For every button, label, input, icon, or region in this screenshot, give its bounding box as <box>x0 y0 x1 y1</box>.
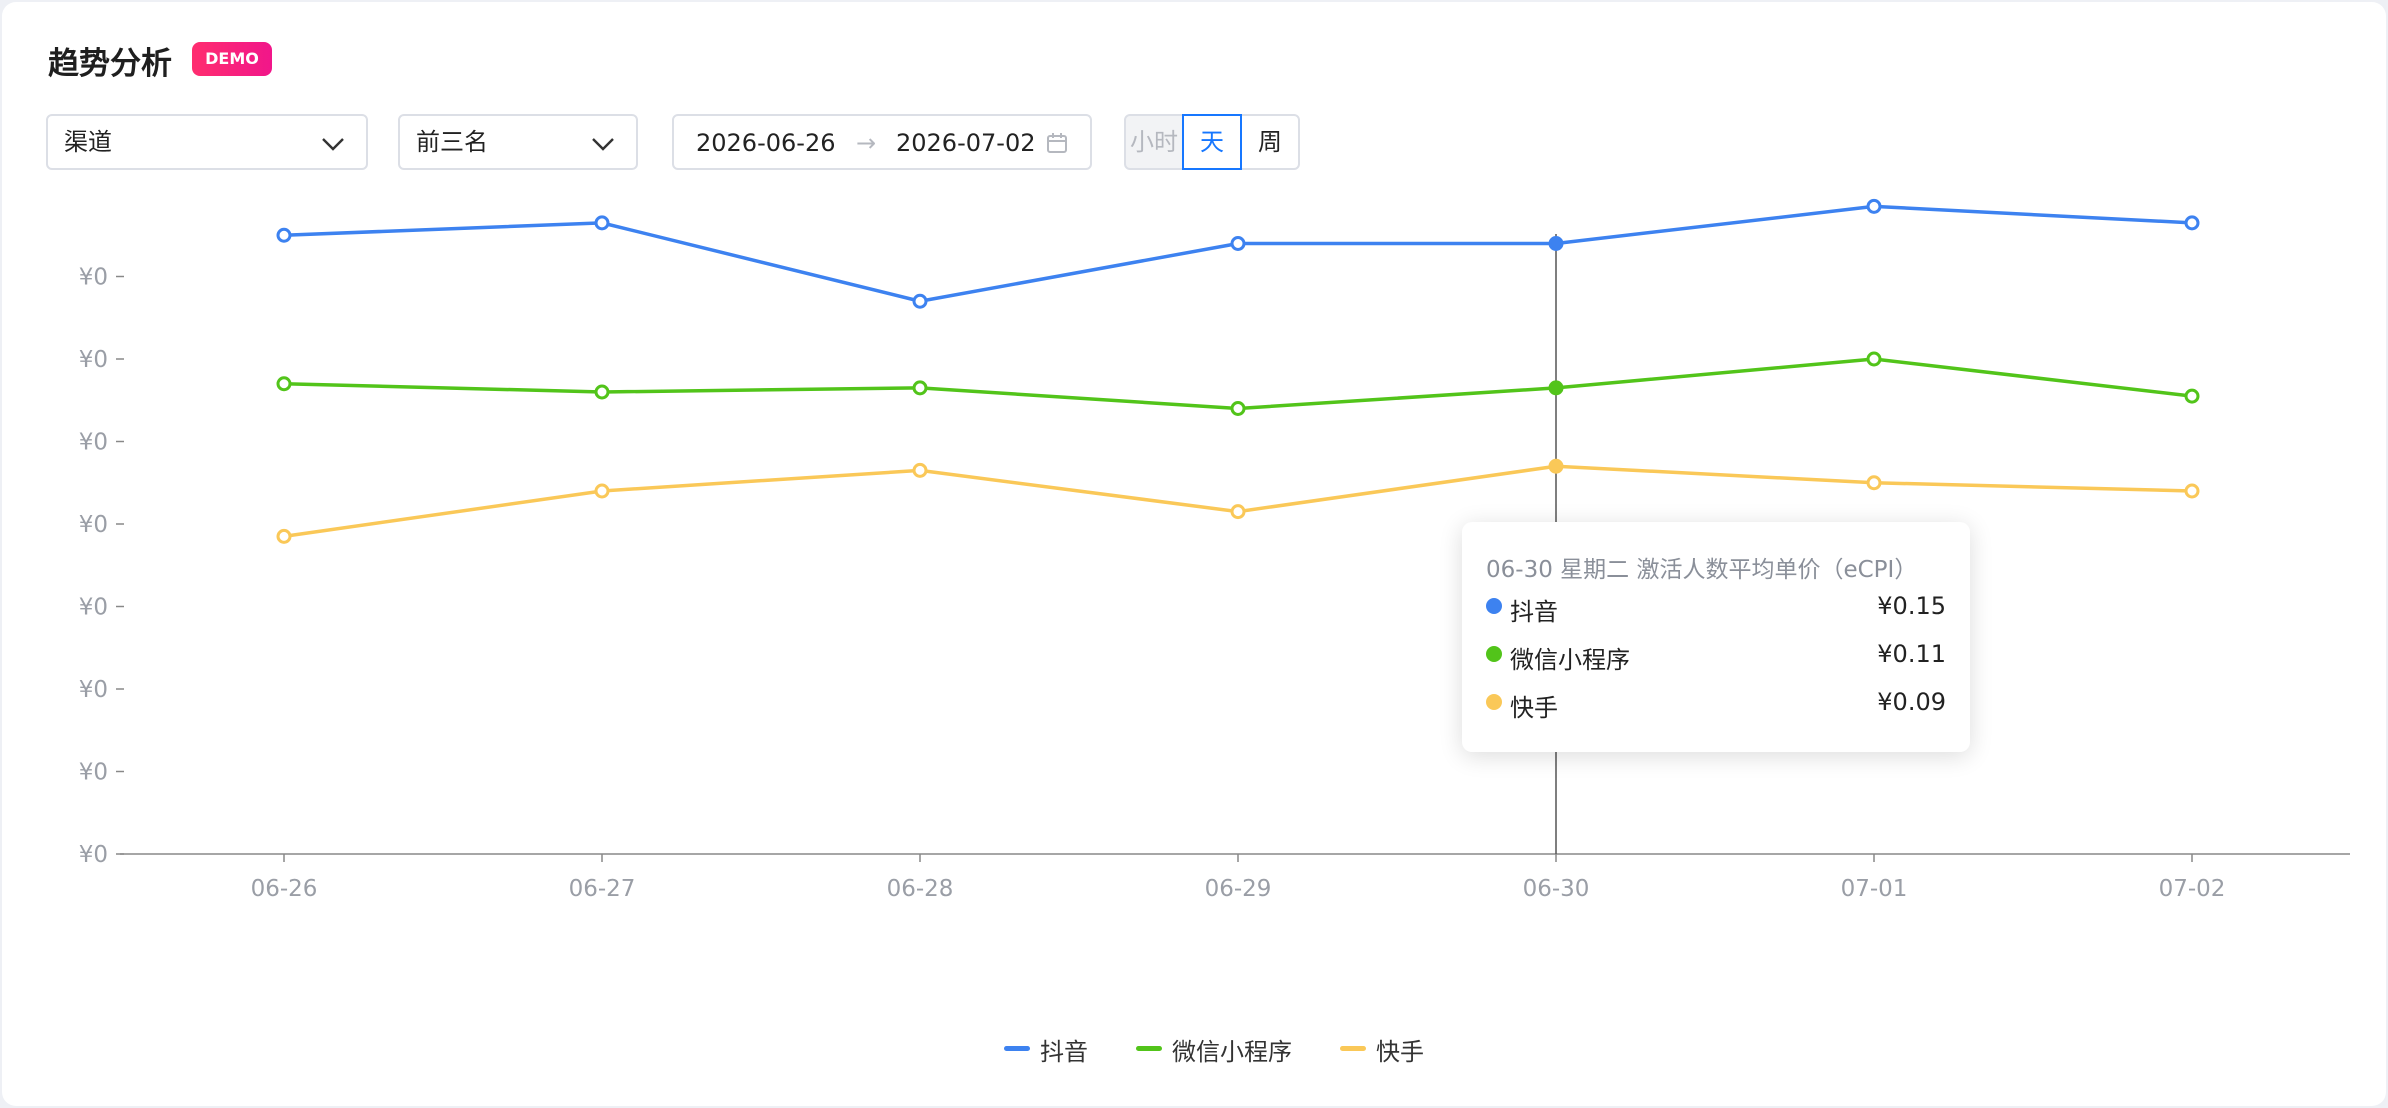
tooltip-series-value: ¥0.11 <box>1877 640 1946 668</box>
data-point <box>594 483 610 499</box>
data-point <box>1230 504 1246 520</box>
y-tick-label: ¥0 <box>79 760 108 786</box>
x-tick-label: 06-26 <box>251 876 318 902</box>
x-tick-label: 07-02 <box>2159 876 2226 902</box>
data-point <box>1866 475 1882 491</box>
legend-label: 快手 <box>1376 1038 1424 1066</box>
data-point <box>1230 236 1246 251</box>
x-tick-label: 06-27 <box>569 876 636 902</box>
x-tick-label: 07-01 <box>1841 876 1908 902</box>
granularity-day-button[interactable]: 天 <box>1182 114 1242 170</box>
tooltip-dot-weixin <box>1486 646 1502 662</box>
tooltip-series-value: ¥0.09 <box>1877 688 1946 716</box>
data-point <box>1866 198 1882 214</box>
data-point <box>912 293 928 309</box>
legend-swatch <box>1004 1046 1030 1051</box>
data-point <box>276 227 292 243</box>
y-tick-label: ¥0 <box>79 512 108 538</box>
x-tick-label: 06-29 <box>1205 876 1272 902</box>
tooltip-series-name: 抖音 <box>1510 598 1558 626</box>
chart-tooltip: 06-30 星期二 激活人数平均单价（eCPI） 抖音 ¥0.15 微信小程序 … <box>1462 522 1970 752</box>
tooltip-row-douyin: 抖音 ¥0.15 <box>1486 586 1946 626</box>
tooltip-row-kuaishou: 快手 ¥0.09 <box>1486 682 1946 722</box>
data-point <box>1548 458 1564 474</box>
data-point <box>2184 483 2200 499</box>
tooltip-series-name: 微信小程序 <box>1510 646 1630 674</box>
y-tick-label: ¥0 <box>79 842 108 868</box>
legend-swatch <box>1340 1046 1366 1051</box>
data-point <box>1548 380 1564 396</box>
series-line-0 <box>283 204 2193 303</box>
legend-swatch <box>1136 1046 1162 1051</box>
data-point <box>1866 351 1882 367</box>
tooltip-dot-douyin <box>1486 598 1502 614</box>
data-point <box>2184 388 2200 404</box>
tooltip-header: 06-30 星期二 激活人数平均单价（eCPI） <box>1486 557 1918 583</box>
data-point <box>1230 401 1246 416</box>
data-point <box>2184 215 2200 231</box>
legend-label: 抖音 <box>1040 1038 1088 1066</box>
y-tick-label: ¥0 <box>79 347 108 373</box>
x-tick-label: 06-30 <box>1523 876 1590 902</box>
y-tick-label: ¥0 <box>79 265 108 291</box>
tooltip-series-name: 快手 <box>1510 694 1558 722</box>
data-point <box>594 384 610 400</box>
tooltip-dot-kuaishou <box>1486 694 1502 710</box>
tooltip-series-value: ¥0.15 <box>1877 592 1946 620</box>
data-point <box>276 376 292 392</box>
x-tick-label: 06-28 <box>887 876 954 902</box>
data-point <box>594 215 610 231</box>
tooltip-row-weixin: 微信小程序 ¥0.11 <box>1486 634 1946 674</box>
data-point <box>912 380 928 396</box>
data-point <box>1548 236 1564 251</box>
y-tick-label: ¥0 <box>79 595 108 621</box>
legend-label: 微信小程序 <box>1172 1038 1292 1066</box>
data-point <box>912 462 928 478</box>
y-tick-label: ¥0 <box>79 430 108 456</box>
data-point <box>276 528 292 544</box>
y-tick-label: ¥0 <box>79 677 108 703</box>
